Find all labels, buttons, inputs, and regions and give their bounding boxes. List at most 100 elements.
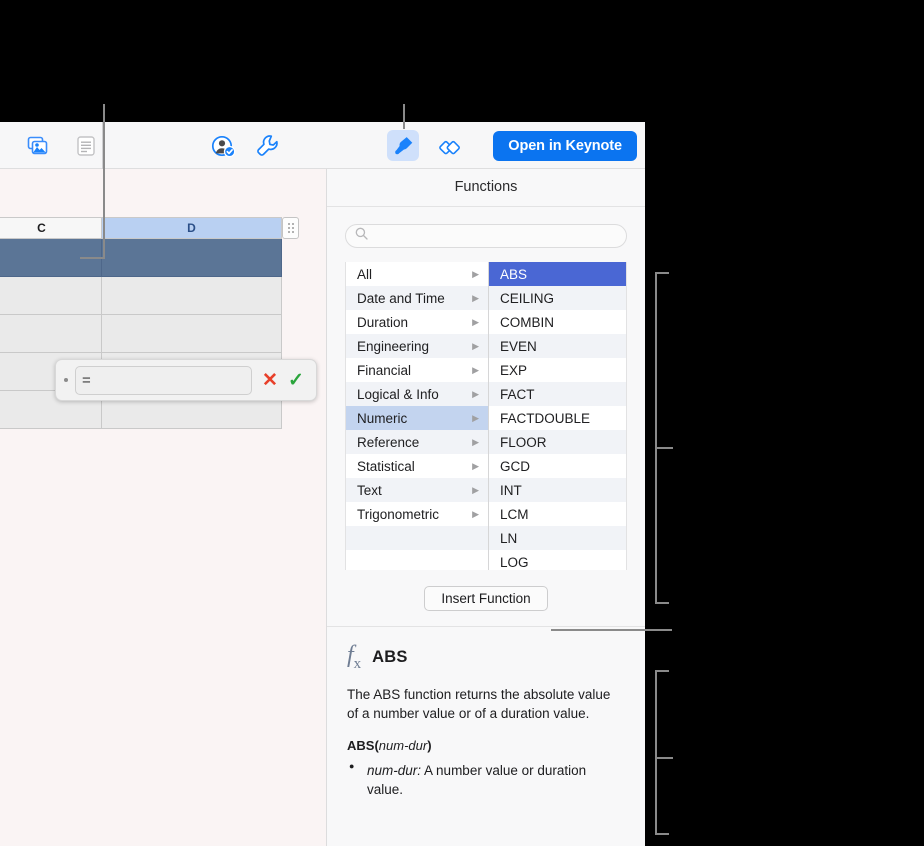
function-item-floor[interactable]: FLOOR: [489, 430, 626, 454]
chevron-right-icon: ▶: [472, 412, 479, 423]
search-icon: [355, 227, 368, 245]
function-item-lcm[interactable]: LCM: [489, 502, 626, 526]
callout-bracket-bottom-cap-upper: [655, 670, 669, 672]
grip-dots-icon: [287, 223, 294, 233]
callout-bracket-top-stem: [655, 447, 673, 449]
functions-sidebar: Functions All ▶ Date and Time ▶ Duration…: [326, 169, 645, 846]
table-cell[interactable]: [102, 277, 282, 315]
callout-bracket-bottom-cap-lower: [655, 833, 669, 835]
function-item-even[interactable]: EVEN: [489, 334, 626, 358]
category-item-date-and-time[interactable]: Date and Time ▶: [346, 286, 488, 310]
category-label: Duration: [357, 314, 409, 330]
tools-wrench-icon[interactable]: [251, 130, 283, 161]
table-row[interactable]: [0, 239, 282, 277]
formula-editor[interactable]: = ✕ ✓: [55, 359, 317, 401]
chevron-right-icon: ▶: [472, 388, 479, 399]
signature-argument: num-dur: [378, 738, 428, 754]
callout-bracket-top-cap-upper: [655, 272, 669, 274]
chevron-right-icon: ▶: [472, 508, 479, 519]
function-help-panel: fx ABS The ABS function returns the abso…: [327, 627, 645, 799]
formula-status-dot: [64, 378, 68, 382]
function-item-factdouble[interactable]: FACTDOUBLE: [489, 406, 626, 430]
category-label: Reference: [357, 434, 420, 450]
signature-close-paren: ): [427, 738, 432, 754]
chevron-right-icon: ▶: [472, 436, 479, 447]
category-list-filler: [346, 526, 488, 550]
column-resize-handle[interactable]: [282, 217, 299, 239]
callout-line-formula-editor-vertical: [103, 104, 105, 259]
category-list: All ▶ Date and Time ▶ Duration ▶ Enginee…: [346, 262, 489, 570]
table-cell[interactable]: [102, 315, 282, 353]
chevron-right-icon: ▶: [472, 340, 479, 351]
table-cell[interactable]: [0, 277, 102, 315]
open-in-keynote-button[interactable]: Open in Keynote: [493, 131, 637, 161]
function-item-combin[interactable]: COMBIN: [489, 310, 626, 334]
category-label: Date and Time: [357, 290, 445, 306]
callout-bracket-bottom-stem: [655, 757, 673, 759]
function-help-description: The ABS function returns the absolute va…: [347, 686, 611, 721]
text-document-icon[interactable]: [70, 130, 102, 161]
table-row[interactable]: [0, 315, 282, 353]
format-brush-icon[interactable]: [387, 130, 419, 161]
toolbar: Open in Keynote: [0, 122, 645, 169]
media-icon[interactable]: [22, 130, 54, 161]
callout-line-insert-function: [551, 629, 672, 631]
table-cell[interactable]: [0, 315, 102, 353]
fx-icon: fx: [347, 642, 362, 672]
category-item-engineering[interactable]: Engineering ▶: [346, 334, 488, 358]
function-item-log[interactable]: LOG: [489, 550, 626, 570]
spreadsheet-canvas: C D: [0, 169, 325, 846]
category-item-financial[interactable]: Financial ▶: [346, 358, 488, 382]
category-label: Logical & Info: [357, 386, 439, 402]
app-window: Open in Keynote C D = ✕ ✓ Functions All …: [0, 122, 645, 846]
search-input[interactable]: [368, 228, 626, 244]
function-browser: All ▶ Date and Time ▶ Duration ▶ Enginee…: [345, 262, 627, 570]
list-item: num-dur: A number value or duration valu…: [347, 760, 625, 799]
chevron-right-icon: ▶: [472, 484, 479, 495]
function-help-arguments: num-dur: A number value or duration valu…: [347, 760, 625, 799]
function-item-int[interactable]: INT: [489, 478, 626, 502]
search-container: [327, 207, 645, 262]
callout-line-formula-editor-horizontal: [80, 257, 105, 259]
callout-bracket-top-cap-lower: [655, 602, 669, 604]
function-item-gcd[interactable]: GCD: [489, 454, 626, 478]
category-item-all[interactable]: All ▶: [346, 262, 488, 286]
function-help-signature: ABS(num-dur): [347, 738, 625, 753]
function-item-fact[interactable]: FACT: [489, 382, 626, 406]
category-list-filler: [346, 550, 488, 570]
column-header-c[interactable]: C: [0, 217, 102, 239]
formula-cancel-button[interactable]: ✕: [258, 371, 282, 390]
argument-name: num-dur:: [367, 763, 422, 779]
function-item-ln[interactable]: LN: [489, 526, 626, 550]
arrange-icon[interactable]: [435, 130, 467, 161]
category-item-statistical[interactable]: Statistical ▶: [346, 454, 488, 478]
formula-input[interactable]: =: [75, 365, 252, 395]
formula-accept-button[interactable]: ✓: [284, 371, 308, 390]
chevron-right-icon: ▶: [472, 292, 479, 303]
search-box[interactable]: [345, 224, 627, 248]
table-row[interactable]: [0, 277, 282, 315]
column-header-row: C D: [0, 217, 282, 239]
function-help-title: ABS: [372, 647, 408, 666]
category-item-text[interactable]: Text ▶: [346, 478, 488, 502]
collaborate-icon[interactable]: [207, 130, 239, 161]
function-item-exp[interactable]: EXP: [489, 358, 626, 382]
chevron-right-icon: ▶: [472, 364, 479, 375]
category-item-duration[interactable]: Duration ▶: [346, 310, 488, 334]
insert-function-container: Insert Function: [327, 570, 645, 627]
function-item-abs[interactable]: ABS: [489, 262, 626, 286]
function-help-header: fx ABS: [347, 643, 625, 672]
function-list: ABS CEILING COMBIN EVEN EXP FACT FACTDOU…: [489, 262, 626, 570]
category-item-numeric[interactable]: Numeric ▶: [346, 406, 488, 430]
category-item-trigonometric[interactable]: Trigonometric ▶: [346, 502, 488, 526]
table-cell[interactable]: [102, 239, 282, 277]
insert-function-button[interactable]: Insert Function: [424, 586, 548, 611]
signature-name: ABS: [347, 738, 375, 754]
category-label: Statistical: [357, 458, 415, 474]
column-header-d[interactable]: D: [102, 217, 282, 239]
category-item-logical-and-info[interactable]: Logical & Info ▶: [346, 382, 488, 406]
callout-bracket-bottom-vertical: [655, 670, 657, 835]
category-label: Numeric: [357, 410, 408, 426]
function-item-ceiling[interactable]: CEILING: [489, 286, 626, 310]
category-item-reference[interactable]: Reference ▶: [346, 430, 488, 454]
